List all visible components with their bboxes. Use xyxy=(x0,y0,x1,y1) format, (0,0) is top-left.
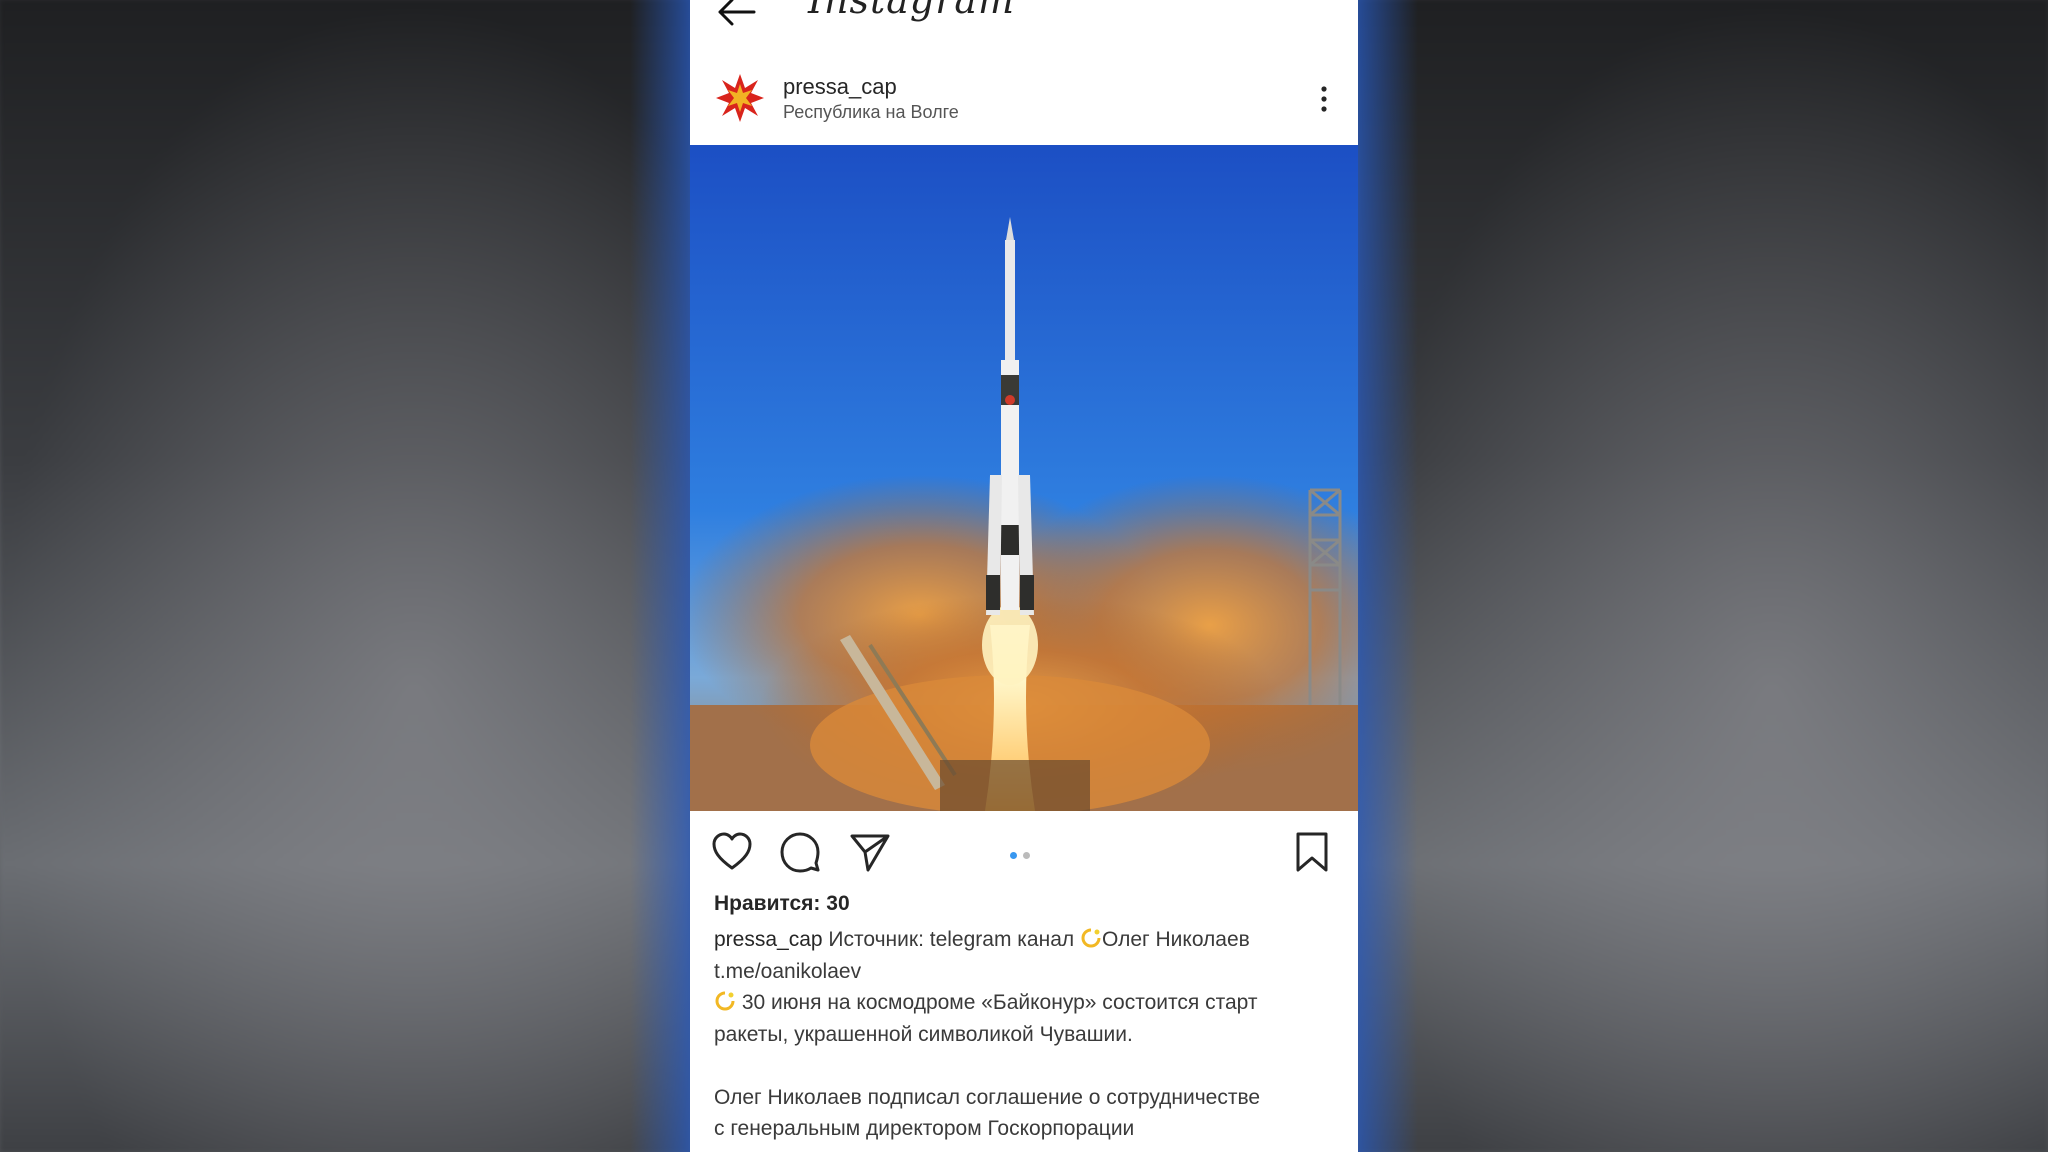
comment-icon[interactable] xyxy=(778,830,822,874)
background-glow-left xyxy=(630,0,690,1152)
caption-line: 30 июня на космодроме «Байконур» состоит… xyxy=(714,987,1344,1019)
arrow-left-icon[interactable] xyxy=(714,0,758,32)
send-icon[interactable] xyxy=(848,830,892,874)
caption-text: Источник: telegram канал xyxy=(828,928,1075,951)
post-image-rocket-launch[interactable] xyxy=(690,145,1358,811)
dizzy-emoji-icon xyxy=(1081,928,1101,948)
post-caption: pressa_cap Источник: telegram канал Олег… xyxy=(714,924,1344,1145)
caption-line: pressa_cap Источник: telegram канал Олег… xyxy=(714,924,1344,956)
post-location[interactable]: Республика на Волге xyxy=(783,102,959,123)
carousel-indicator xyxy=(1010,846,1036,864)
caption-text: Олег Николаев подписал соглашение о сотр… xyxy=(714,1085,1261,1109)
caption-link[interactable]: t.me/oanikolaev xyxy=(714,956,1344,988)
post-header: pressa_cap Республика на Волге xyxy=(690,62,1358,144)
bookmark-icon[interactable] xyxy=(1290,830,1334,874)
top-bar: Instagram xyxy=(690,0,1358,40)
carousel-dot xyxy=(1023,852,1030,859)
chuvash-emblem-icon[interactable] xyxy=(714,72,766,124)
caption-username[interactable]: pressa_cap xyxy=(714,928,823,951)
instagram-logo: Instagram xyxy=(808,0,1016,22)
caption-text: ракеты, украшенной символикой Чувашии. xyxy=(714,1022,1133,1046)
heart-icon[interactable] xyxy=(710,830,754,874)
likes-count[interactable]: Нравится: 30 xyxy=(714,892,850,916)
post-actions-bar xyxy=(690,820,1358,880)
instagram-post-screen: Instagram pressa_cap Республика на Волге xyxy=(690,0,1358,1152)
post-username[interactable]: pressa_cap xyxy=(783,74,897,100)
carousel-dot-active xyxy=(1010,852,1017,859)
caption-text: Олег Николаев xyxy=(1101,928,1250,951)
caption-text: с генеральным директором Госкорпорации xyxy=(714,1117,1135,1140)
more-vertical-icon[interactable] xyxy=(1320,84,1328,114)
dizzy-emoji-icon xyxy=(715,991,735,1011)
caption-text: 30 июня на космодроме «Байконур» состоит… xyxy=(741,991,1258,1014)
background-right xyxy=(1358,0,2048,1152)
background-left xyxy=(0,0,690,1152)
background-glow-right xyxy=(1358,0,1418,1152)
